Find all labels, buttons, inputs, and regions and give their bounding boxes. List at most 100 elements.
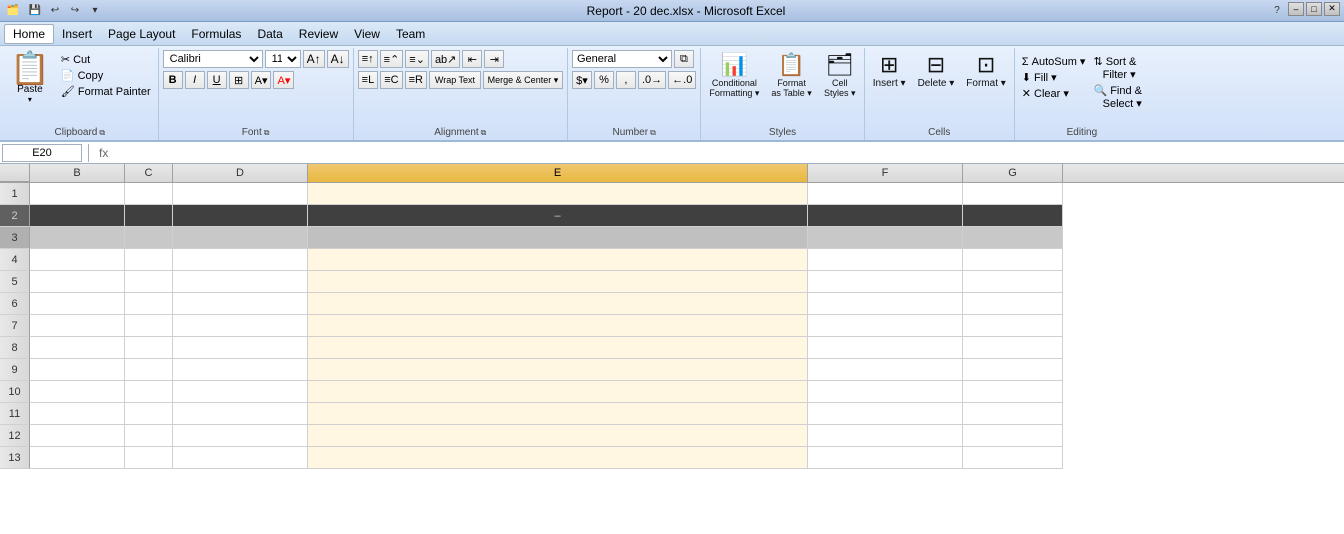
cell-b3[interactable]	[30, 227, 125, 249]
cell-c8[interactable]	[125, 337, 173, 359]
cell-e2[interactable]: –	[308, 205, 808, 227]
cell-g2[interactable]	[963, 205, 1063, 227]
cell-e5[interactable]	[308, 271, 808, 293]
increase-font-button[interactable]: A↑	[303, 50, 325, 68]
cell-g3[interactable]	[963, 227, 1063, 249]
cell-g11[interactable]	[963, 403, 1063, 425]
row-header-9[interactable]: 9	[0, 359, 30, 381]
cell-c3[interactable]	[125, 227, 173, 249]
row-header-12[interactable]: 12	[0, 425, 30, 447]
cell-b5[interactable]	[30, 271, 125, 293]
text-direction-button[interactable]: ab↗	[431, 50, 460, 68]
clear-button[interactable]: ✕ Clear ▾	[1019, 86, 1089, 101]
underline-button[interactable]: U	[207, 71, 227, 89]
cell-d13[interactable]	[173, 447, 308, 469]
cell-e11[interactable]	[308, 403, 808, 425]
cell-g5[interactable]	[963, 271, 1063, 293]
cell-e8[interactable]	[308, 337, 808, 359]
align-top-center-button[interactable]: ≡⌃	[380, 50, 404, 68]
maximize-button[interactable]: □	[1306, 2, 1322, 16]
clipboard-expand-icon[interactable]: ⧉	[99, 128, 105, 138]
align-top-right-button[interactable]: ≡⌄	[405, 50, 429, 68]
sort-filter-button[interactable]: ⇅ Sort & Filter ▾	[1090, 54, 1145, 82]
cell-g12[interactable]	[963, 425, 1063, 447]
decrease-font-button[interactable]: A↓	[327, 50, 349, 68]
cell-f3[interactable]	[808, 227, 963, 249]
col-header-f[interactable]: F	[808, 164, 963, 182]
cell-e6[interactable]	[308, 293, 808, 315]
cell-g13[interactable]	[963, 447, 1063, 469]
indent-decrease-button[interactable]: ⇤	[462, 50, 482, 68]
cell-c9[interactable]	[125, 359, 173, 381]
menu-team[interactable]: Team	[388, 25, 433, 43]
col-header-e[interactable]: E	[308, 164, 808, 182]
number-format-select[interactable]: General	[572, 50, 672, 68]
fill-color-button[interactable]: A▾	[251, 71, 272, 89]
align-left-button[interactable]: ≡L	[358, 71, 379, 89]
cell-styles-button[interactable]: 🗂 CellStyles ▾	[820, 50, 860, 101]
paste-arrow[interactable]: ▾	[28, 95, 32, 104]
name-box[interactable]: E20	[2, 144, 82, 162]
minimize-button[interactable]: –	[1288, 2, 1304, 16]
cell-e7[interactable]	[308, 315, 808, 337]
row-header-2[interactable]: 2	[0, 205, 30, 227]
cell-g9[interactable]	[963, 359, 1063, 381]
font-color-button[interactable]: A▾	[273, 71, 294, 89]
cell-d7[interactable]	[173, 315, 308, 337]
cell-c12[interactable]	[125, 425, 173, 447]
function-icon[interactable]: fx	[95, 146, 112, 160]
cell-f10[interactable]	[808, 381, 963, 403]
cell-e13[interactable]	[308, 447, 808, 469]
cell-c2[interactable]	[125, 205, 173, 227]
cell-f5[interactable]	[808, 271, 963, 293]
col-header-c[interactable]: C	[125, 164, 173, 182]
row-header-8[interactable]: 8	[0, 337, 30, 359]
delete-button[interactable]: ⊟ Delete ▾	[914, 50, 959, 91]
percent-button[interactable]: %	[594, 71, 614, 89]
cell-d9[interactable]	[173, 359, 308, 381]
cell-f6[interactable]	[808, 293, 963, 315]
cell-g6[interactable]	[963, 293, 1063, 315]
cell-c7[interactable]	[125, 315, 173, 337]
cell-c1[interactable]	[125, 183, 173, 205]
cell-c6[interactable]	[125, 293, 173, 315]
menu-formulas[interactable]: Formulas	[183, 25, 249, 43]
align-right-button[interactable]: ≡R	[405, 71, 427, 89]
formula-input[interactable]	[116, 144, 1342, 162]
find-select-button[interactable]: 🔍 Find & Select ▾	[1090, 83, 1145, 111]
cell-f13[interactable]	[808, 447, 963, 469]
cell-c5[interactable]	[125, 271, 173, 293]
cell-e3[interactable]	[308, 227, 808, 249]
increase-decimal-button[interactable]: .0→	[638, 71, 666, 89]
cell-g1[interactable]	[963, 183, 1063, 205]
cell-d5[interactable]	[173, 271, 308, 293]
cell-d3[interactable]	[173, 227, 308, 249]
align-center-button[interactable]: ≡C	[380, 71, 402, 89]
cell-b2[interactable]	[30, 205, 125, 227]
cell-b13[interactable]	[30, 447, 125, 469]
copy-button[interactable]: 📄 Copy	[58, 68, 154, 83]
row-header-10[interactable]: 10	[0, 381, 30, 403]
font-expand-icon[interactable]: ⧉	[264, 128, 270, 138]
alignment-expand-icon[interactable]: ⧉	[481, 128, 487, 138]
indent-increase-button[interactable]: ⇥	[484, 50, 504, 68]
cell-d4[interactable]	[173, 249, 308, 271]
row-header-11[interactable]: 11	[0, 403, 30, 425]
menu-view[interactable]: View	[346, 25, 388, 43]
cell-f4[interactable]	[808, 249, 963, 271]
cell-d8[interactable]	[173, 337, 308, 359]
cell-c4[interactable]	[125, 249, 173, 271]
cell-c10[interactable]	[125, 381, 173, 403]
format-button[interactable]: ⊡ Format ▾	[962, 50, 1009, 91]
font-family-select[interactable]: Calibri	[163, 50, 263, 68]
row-header-6[interactable]: 6	[0, 293, 30, 315]
menu-page-layout[interactable]: Page Layout	[100, 25, 183, 43]
cell-e1[interactable]	[308, 183, 808, 205]
cell-d10[interactable]	[173, 381, 308, 403]
cell-e10[interactable]	[308, 381, 808, 403]
col-header-g[interactable]: G	[963, 164, 1063, 182]
conditional-formatting-button[interactable]: 📊 ConditionalFormatting ▾	[705, 50, 763, 101]
cell-b1[interactable]	[30, 183, 125, 205]
cell-f1[interactable]	[808, 183, 963, 205]
cell-b9[interactable]	[30, 359, 125, 381]
